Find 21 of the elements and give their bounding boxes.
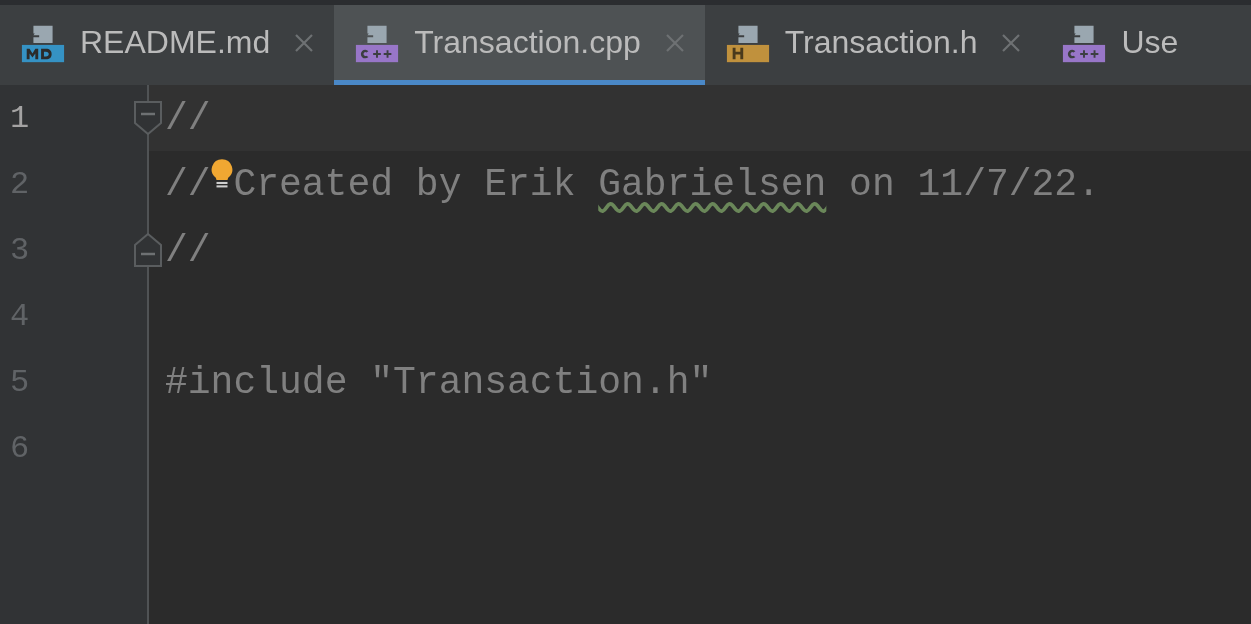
- code-text: Gabrielsen: [598, 162, 827, 206]
- code-text: //: [165, 162, 211, 206]
- editor-tab[interactable]: Use: [1041, 5, 1199, 85]
- code-text: on 11/7/22.: [849, 162, 1100, 206]
- lightbulb-icon[interactable]: [210, 157, 233, 189]
- tab-label: Transaction.h: [784, 24, 978, 61]
- tab-label: Transaction.cpp: [414, 24, 641, 61]
- tab-label: README.md: [80, 24, 271, 61]
- close-icon[interactable]: [294, 32, 315, 53]
- close-icon[interactable]: [1001, 32, 1022, 53]
- editor-tab[interactable]: README.md: [0, 5, 335, 85]
- editor-tab[interactable]: Transaction.h: [704, 5, 1042, 85]
- code-text: //: [165, 228, 211, 272]
- code-text: //: [165, 96, 211, 140]
- line-number: 1: [10, 99, 30, 137]
- code-text: Created by Erik: [233, 162, 576, 206]
- editor-tab[interactable]: Transaction.cpp: [334, 5, 705, 85]
- close-icon[interactable]: [664, 32, 685, 53]
- tab-label: Use: [1121, 24, 1179, 61]
- fold-marker-icon[interactable]: [134, 233, 162, 267]
- code-text: #include "Transaction.h": [165, 360, 713, 404]
